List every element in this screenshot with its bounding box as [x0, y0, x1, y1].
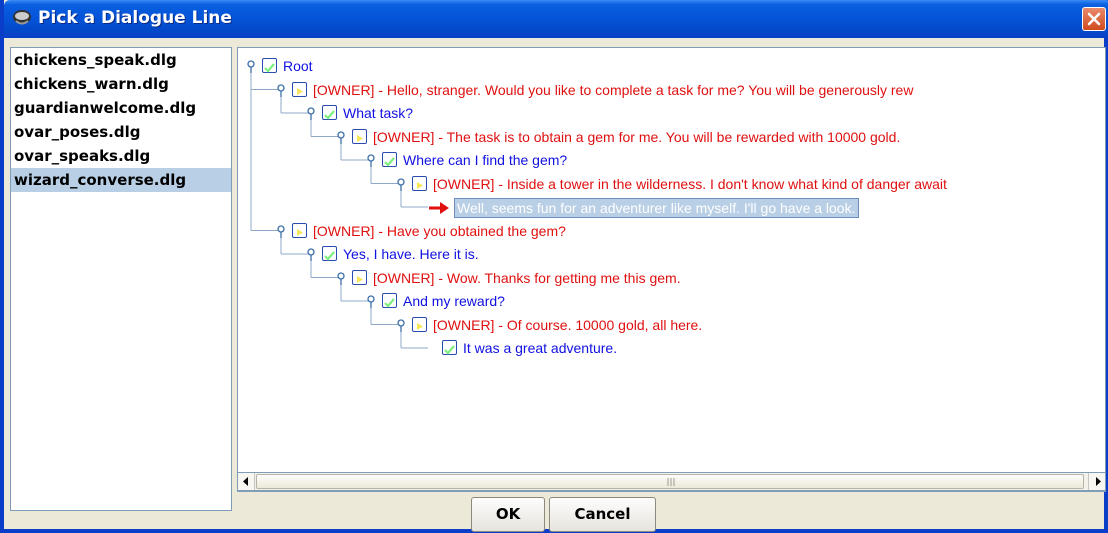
close-button[interactable]	[1082, 7, 1106, 31]
tree-node[interactable]: [OWNER] - The task is to obtain a gem fo…	[238, 127, 1105, 147]
expand-handle-icon[interactable]	[246, 59, 256, 73]
checkmark-icon	[262, 58, 277, 73]
expand-handle-icon[interactable]	[276, 224, 286, 238]
node-label: [OWNER] - Hello, stranger. Would you lik…	[313, 81, 914, 98]
node-label: Yes, I have. Here it is.	[343, 246, 479, 262]
tree-node[interactable]: Where can I find the gem?	[238, 150, 1105, 170]
file-list-item[interactable]: chickens_warn.dlg	[11, 72, 231, 96]
node-label: [OWNER] - Of course. 10000 gold, all her…	[433, 316, 703, 333]
tree-node[interactable]: Well, seems fun for an adventurer like m…	[238, 197, 1105, 220]
checkmark-icon	[382, 152, 397, 167]
scroll-left-button[interactable]	[238, 473, 255, 490]
node-label: [OWNER] - The task is to obtain a gem fo…	[373, 128, 901, 145]
app-icon	[12, 9, 32, 27]
tree-node[interactable]: What task?	[238, 103, 1105, 123]
file-list-item[interactable]: ovar_speaks.dlg	[11, 144, 231, 168]
arrow-left-icon	[243, 477, 248, 486]
dialogue-tree[interactable]: Root [OWNER] - Hello, stranger. Would you…	[237, 47, 1106, 492]
tree-root[interactable]: Root	[238, 56, 1105, 76]
tree-node[interactable]: And my reward?	[238, 291, 1105, 311]
expand-handle-icon[interactable]	[366, 153, 376, 167]
expand-handle-icon[interactable]	[396, 318, 406, 332]
node-label: What task?	[343, 105, 414, 121]
close-icon	[1087, 12, 1101, 26]
expand-handle-icon[interactable]	[306, 247, 316, 261]
checkmark-icon	[382, 293, 397, 308]
play-icon	[292, 81, 307, 97]
tree-node[interactable]: [OWNER] - Have you obtained the gem?	[238, 221, 1105, 241]
node-label: And my reward?	[403, 293, 505, 309]
expand-handle-icon[interactable]	[366, 294, 376, 308]
cancel-button[interactable]: Cancel	[549, 497, 656, 532]
tree-node[interactable]: [OWNER] - Inside a tower in the wilderne…	[238, 174, 1105, 194]
tree-node[interactable]: [OWNER] - Wow. Thanks for getting me thi…	[238, 268, 1105, 288]
scroll-thumb[interactable]	[256, 474, 1084, 489]
checkmark-icon	[322, 105, 337, 120]
play-icon	[352, 128, 367, 144]
checkmark-icon	[322, 246, 337, 261]
grip-icon	[667, 478, 675, 486]
node-label: Root	[283, 58, 313, 74]
tree-node[interactable]: [OWNER] - Hello, stranger. Would you lik…	[238, 80, 1105, 100]
node-label: [OWNER] - Inside a tower in the wilderne…	[433, 175, 947, 192]
title-bar[interactable]: Pick a Dialogue Line	[4, 0, 1108, 38]
tree-node[interactable]: [OWNER] - Of course. 10000 gold, all her…	[238, 315, 1105, 335]
scroll-right-button[interactable]	[1088, 473, 1105, 490]
window-title: Pick a Dialogue Line	[38, 8, 232, 28]
file-list-item[interactable]: ovar_poses.dlg	[11, 120, 231, 144]
node-label: Where can I find the gem?	[403, 152, 568, 168]
expand-handle-icon[interactable]	[306, 106, 316, 120]
file-list-item[interactable]: guardianwelcome.dlg	[11, 96, 231, 120]
selected-node-label: Well, seems fun for an adventurer like m…	[454, 198, 859, 218]
arrow-right-icon	[428, 200, 450, 220]
node-label: [OWNER] - Wow. Thanks for getting me thi…	[373, 269, 681, 286]
tree-node[interactable]: Yes, I have. Here it is.	[238, 244, 1105, 264]
node-label: It was a great adventure.	[463, 340, 618, 356]
play-icon	[292, 222, 307, 238]
dialog-window: Pick a Dialogue Line chickens_speak.dlg c…	[0, 0, 1108, 533]
play-icon	[352, 269, 367, 285]
expand-handle-icon[interactable]	[276, 83, 286, 97]
expand-handle-icon[interactable]	[396, 177, 406, 191]
expand-handle-icon[interactable]	[336, 271, 346, 285]
file-list-item[interactable]: chickens_speak.dlg	[11, 48, 231, 72]
file-list-item[interactable]: wizard_converse.dlg	[11, 168, 231, 192]
file-list[interactable]: chickens_speak.dlg chickens_warn.dlg guard…	[10, 47, 232, 511]
play-icon	[412, 316, 427, 332]
arrow-right-icon	[1096, 477, 1101, 486]
play-icon	[412, 175, 427, 191]
tree-node[interactable]: It was a great adventure.	[238, 338, 1105, 358]
expand-handle-icon[interactable]	[336, 130, 346, 144]
checkmark-icon	[442, 340, 457, 355]
node-label: [OWNER] - Have you obtained the gem?	[313, 222, 566, 239]
ok-button[interactable]: OK	[471, 497, 545, 532]
horizontal-scrollbar[interactable]	[237, 472, 1106, 491]
